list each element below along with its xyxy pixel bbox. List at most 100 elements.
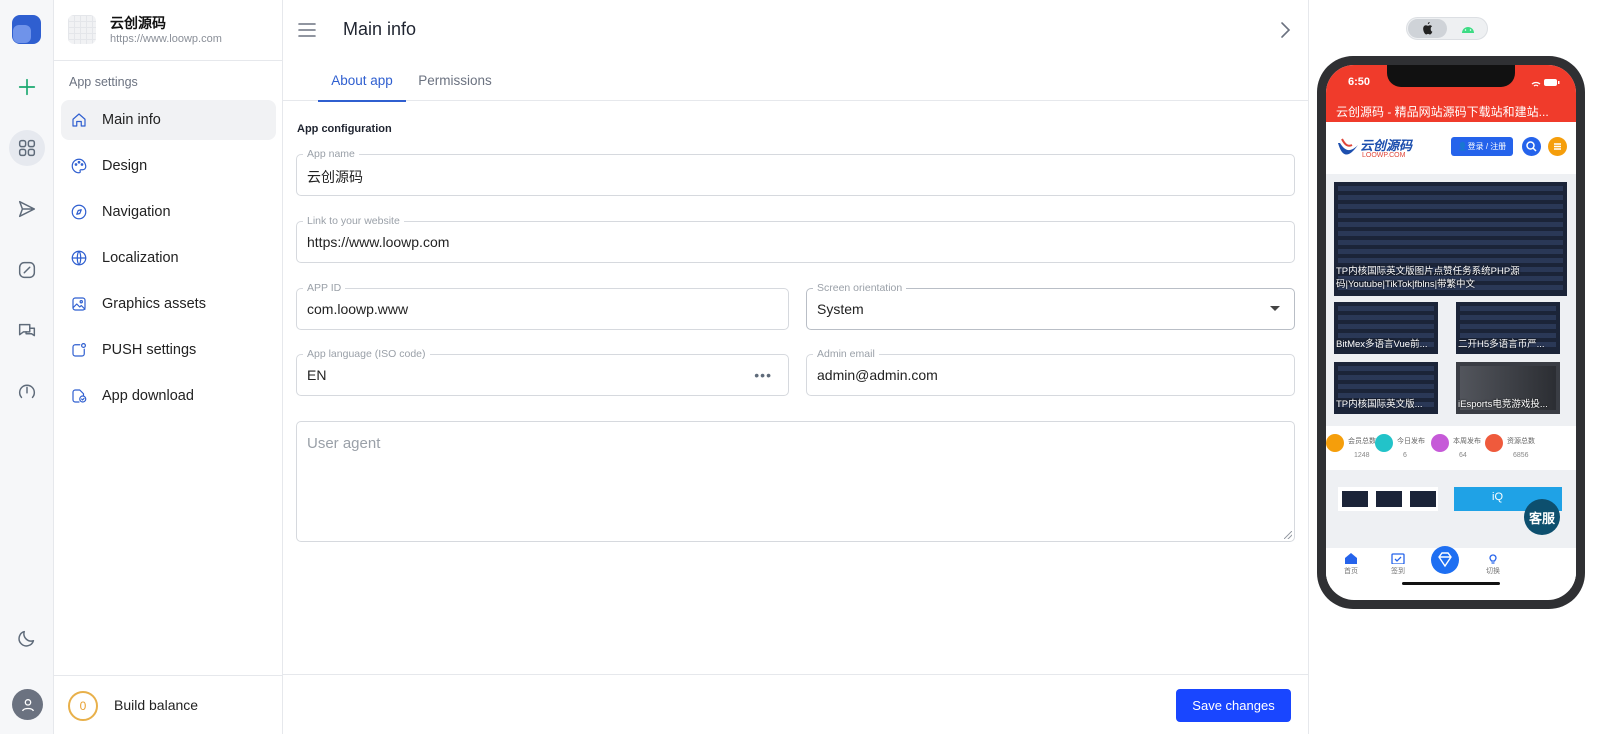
stat-label: 本周发布 [1453, 438, 1481, 445]
admin-email-field[interactable]: Admin email admin@admin.com [806, 348, 1295, 396]
os-toggle[interactable] [1406, 17, 1488, 40]
stat-value: 6 [1403, 452, 1407, 459]
sidebar-item-design[interactable]: Design [61, 146, 276, 186]
sidebar-item-label: Navigation [102, 204, 171, 220]
user-agent-textarea[interactable]: User agent [296, 421, 1295, 542]
palette-icon [71, 158, 87, 174]
app-thumbnail [68, 15, 96, 44]
field-label: APP ID [303, 282, 346, 295]
ios-option[interactable] [1408, 19, 1447, 38]
sidebar-item-navigation[interactable]: Navigation [61, 192, 276, 232]
android-icon [1461, 26, 1474, 33]
promo-thumb [1376, 491, 1402, 507]
compass-icon [71, 204, 87, 220]
menu-icon[interactable] [297, 20, 317, 40]
orientation-value: System [817, 301, 864, 317]
save-button[interactable]: Save changes [1176, 689, 1291, 722]
card-image[interactable]: 二开H5多语言币严... [1456, 302, 1560, 354]
app-name: 云创源码 [110, 15, 166, 31]
tab-permissions[interactable]: Permissions [406, 60, 504, 101]
website-field[interactable]: Link to your website https://www.loowp.c… [296, 215, 1295, 263]
publish-button[interactable] [9, 191, 45, 227]
user-agent-placeholder: User agent [307, 435, 381, 452]
website-input[interactable]: https://www.loowp.com [307, 234, 449, 250]
phone-notch [1387, 65, 1515, 87]
send-icon [18, 200, 36, 218]
stat-value: 1248 [1354, 452, 1370, 459]
admin-email-input[interactable]: admin@admin.com [817, 367, 938, 383]
app-name-input[interactable]: 云创源码 [307, 167, 363, 187]
stat-label: 今日发布 [1397, 438, 1425, 445]
performance-button[interactable] [9, 373, 45, 409]
card-image[interactable]: iEsports电竞游戏投... [1456, 362, 1560, 414]
apps-grid-button[interactable] [9, 130, 45, 166]
moon-icon [18, 630, 35, 647]
theme-toggle[interactable] [9, 620, 45, 656]
balance-count: 0 [68, 691, 98, 721]
field-label: Admin email [813, 348, 879, 361]
page-scrollbar[interactable] [1590, 0, 1600, 734]
sidebar-item-main-info[interactable]: Main info [61, 100, 276, 140]
language-field[interactable]: App language (ISO code) EN ••• [296, 348, 789, 396]
image-icon [72, 297, 86, 311]
tab-checkin[interactable]: 签到 [1383, 552, 1413, 576]
sidebar-item-label: PUSH settings [102, 342, 197, 358]
topbar: Main info [283, 0, 1308, 60]
plus-icon [18, 78, 36, 96]
tab-label: 切换 [1486, 568, 1500, 575]
resize-handle-icon[interactable] [1284, 531, 1292, 539]
star-icon [1431, 434, 1449, 452]
app-rail [0, 0, 54, 734]
search-icon[interactable] [1522, 137, 1541, 156]
tab-switch[interactable]: 切换 [1478, 552, 1508, 576]
diamond-button[interactable] [1431, 546, 1459, 574]
app-url: https://www.loowp.com [110, 33, 222, 45]
field-label: Link to your website [303, 215, 404, 228]
card-image[interactable]: BitMex多语言Vue前... [1334, 302, 1438, 354]
card-image[interactable]: TP内核国际英文版... [1334, 362, 1438, 414]
app-id-field[interactable]: APP ID com.loowp.www [296, 282, 789, 330]
avatar[interactable] [12, 689, 43, 720]
sidebar-item-localization[interactable]: Localization [61, 238, 276, 278]
link-icon [18, 261, 36, 279]
integrations-button[interactable] [9, 252, 45, 288]
apple-icon [1423, 22, 1433, 35]
sidebar-item-push-settings[interactable]: PUSH settings [61, 330, 276, 370]
login-button[interactable]: 👤登录 / 注册 [1451, 137, 1513, 156]
card-caption: BitMex多语言Vue前... [1336, 339, 1428, 350]
stat-today: 今日发布 6 [1375, 432, 1433, 466]
sidebar-item-app-download[interactable]: App download [61, 376, 276, 416]
android-option[interactable] [1448, 19, 1487, 38]
card-image[interactable]: TP内核国际英文版图片点赞任务系统PHP源码|Youtube|TikTok|fb… [1334, 182, 1567, 296]
build-balance[interactable]: 0 Build balance [54, 675, 283, 734]
app-name-field[interactable]: App name 云创源码 [296, 148, 1295, 196]
home-icon [1345, 553, 1357, 564]
phone-status-bar: 6:50 云创源码 - 精品网站源码下载站和建站... [1326, 65, 1576, 122]
app-header[interactable]: 云创源码 https://www.loowp.com [54, 0, 283, 61]
card-caption: TP内核国际英文版图片点赞任务系统PHP源码|Youtube|TikTok|fb… [1336, 266, 1520, 290]
tab-home[interactable]: 首页 [1336, 552, 1366, 576]
app-logo-icon[interactable] [12, 15, 41, 44]
stat-label: 资源总数 [1507, 438, 1535, 445]
sidebar-item-label: App download [102, 388, 194, 404]
more-options-icon[interactable]: ••• [754, 367, 772, 383]
signal-battery-icon [1531, 79, 1560, 87]
app-id-input[interactable]: com.loowp.www [307, 301, 408, 317]
card-caption: 二开H5多语言币严... [1458, 339, 1545, 350]
customer-service-button[interactable]: 客服 [1524, 499, 1560, 535]
users-icon [1326, 434, 1344, 452]
tab-about-app[interactable]: About app [318, 60, 406, 102]
balance-label: Build balance [114, 697, 199, 713]
orientation-select[interactable]: Screen orientation System [806, 282, 1295, 330]
main-panel: Main info About app Permissions App conf… [283, 0, 1308, 734]
menu-icon[interactable] [1548, 137, 1567, 156]
status-time: 6:50 [1348, 76, 1371, 88]
promo-thumb [1410, 491, 1436, 507]
site-logo-domain: LOOWP.COM [1362, 152, 1406, 159]
add-app-button[interactable] [9, 69, 45, 105]
chevron-right-icon[interactable] [1275, 20, 1295, 40]
chat-button[interactable] [9, 313, 45, 349]
language-input[interactable]: EN [307, 367, 326, 383]
sidebar-item-graphics-assets[interactable]: Graphics assets [61, 284, 276, 324]
phone-screen: 6:50 云创源码 - 精品网站源码下载站和建站... 云创源码 LOOWP.C… [1326, 65, 1576, 600]
